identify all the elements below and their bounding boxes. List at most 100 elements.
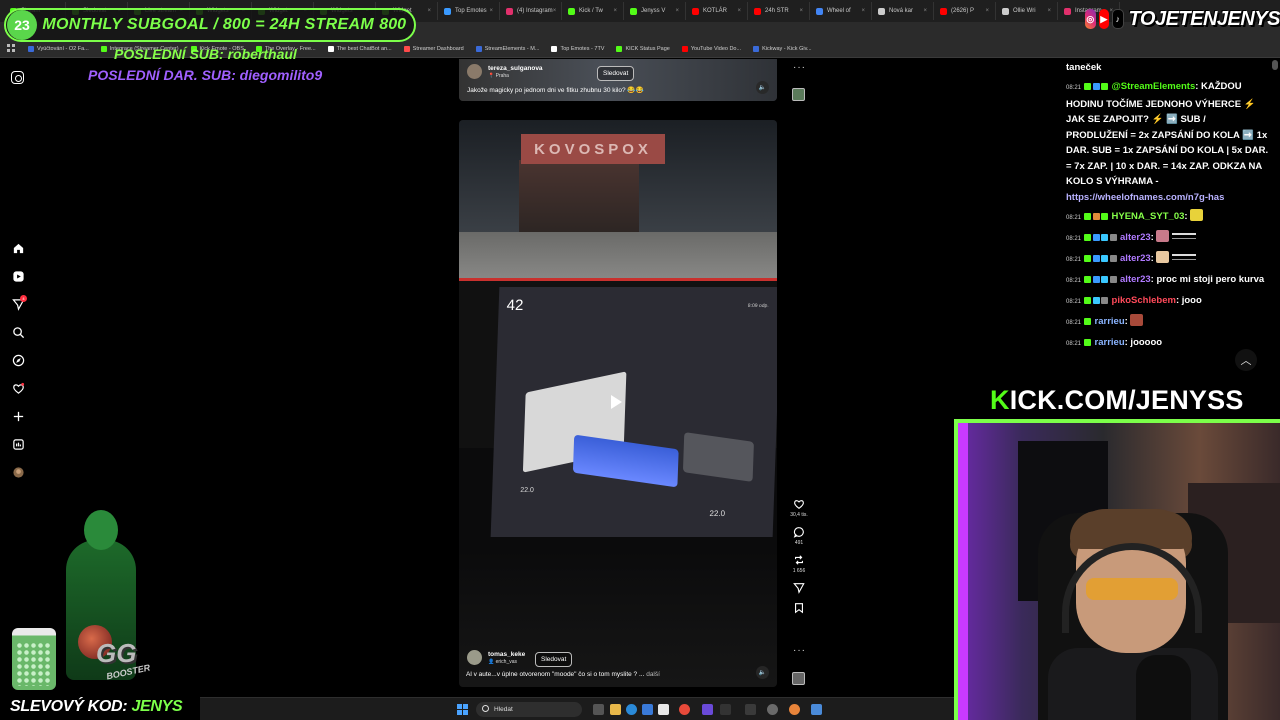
more-options-icon[interactable]: ··· [793,645,806,656]
browser-tab[interactable]: 24h STR × [748,2,810,20]
browser-tab[interactable]: Jenyss V × [624,2,686,20]
browser-tab[interactable]: Ollie Wri × [996,2,1058,20]
share-icon[interactable] [793,582,805,594]
edge-icon[interactable] [626,704,637,715]
chat-badge-icon [1109,275,1117,283]
close-icon[interactable]: × [923,8,927,14]
apps-grid-icon[interactable] [7,44,15,52]
close-icon[interactable]: × [613,8,617,14]
close-icon[interactable]: × [553,8,557,14]
tab-favicon-icon [630,7,637,15]
bookmark-item[interactable]: Streamer Dashboard [403,45,464,52]
close-icon[interactable]: × [427,8,431,14]
create-icon[interactable] [8,406,28,426]
app-icon[interactable] [767,704,778,715]
follow-button[interactable]: Sledovat [535,652,573,667]
bookmark-item[interactable]: Kickway - Kick Giv... [753,45,812,52]
browser-tab[interactable]: Wheel of × [810,2,872,20]
home-icon[interactable] [8,238,28,258]
discord-icon[interactable] [702,704,713,715]
mute-icon[interactable]: 🔈 [756,81,769,94]
browser-tab[interactable]: (2626) P × [934,2,996,20]
close-icon[interactable]: × [489,8,493,14]
obs-icon[interactable] [720,704,731,715]
chat-username[interactable]: HYENA_SYT_03 [1112,211,1185,222]
avatar[interactable] [467,650,482,665]
bookmark-item[interactable]: Top Emotes - 7TV [551,45,604,52]
instagram-logo-icon[interactable] [11,71,24,84]
bookmark-item[interactable]: The best ChatBot an... [327,45,392,52]
like-action[interactable]: 30,4 tis. [790,498,808,518]
chat-badge-icon [1101,83,1109,90]
chat-username[interactable]: alter23 [1120,253,1151,264]
browser-tab[interactable]: Top Emotes × [438,2,500,20]
heart-icon[interactable] [793,498,805,510]
dashboard-icon[interactable] [8,434,28,454]
bookmark-item[interactable]: Vyúčtování - O2 Fa... [28,45,89,52]
browser-tab[interactable]: Kick / Tw × [562,2,624,20]
close-icon[interactable]: × [799,8,803,14]
previous-reel[interactable]: tereza_sulganova 📍 Praha Sledovat Jakože… [459,59,777,101]
chat-username[interactable]: rarrieu [1095,316,1125,327]
audio-thumbnail[interactable] [792,672,805,685]
close-icon[interactable]: × [675,8,679,14]
repost-action[interactable]: 1 656 [793,554,805,574]
close-icon[interactable]: × [1047,8,1051,14]
task-view-icon[interactable] [593,704,604,715]
explore-icon[interactable] [8,350,28,370]
prev-username[interactable]: tereza_sulganova [488,65,543,72]
browser-tab[interactable]: Nová kar × [872,2,934,20]
prev-author[interactable]: tereza_sulganova 📍 Praha [467,64,543,79]
more-options-icon[interactable]: ··· [793,62,806,73]
app-icon[interactable] [658,704,669,715]
reels-icon[interactable] [8,266,28,286]
close-icon[interactable]: × [737,8,741,14]
chat-username[interactable]: alter23 [1120,274,1151,285]
comment-action[interactable]: 491 [793,526,805,546]
notifications-icon[interactable] [8,378,28,398]
close-icon[interactable]: × [861,8,865,14]
profile-icon[interactable] [8,462,28,482]
chrome-icon[interactable] [679,704,690,715]
taskbar-search[interactable]: Hledat [476,702,582,717]
search-icon[interactable] [8,322,28,342]
chat-username[interactable]: @StreamElements [1112,81,1196,92]
reel-username[interactable]: tomas_keke [488,651,525,658]
mute-icon[interactable]: 🔈 [756,666,769,679]
comment-icon[interactable] [793,526,805,538]
browser-tab[interactable]: (4) Instagram × [500,2,562,20]
notepad-icon[interactable] [811,704,822,715]
close-icon[interactable]: × [985,8,989,14]
play-icon[interactable] [611,395,622,409]
bookmark-icon[interactable] [793,602,805,614]
bookmark-item[interactable]: KICK Status Page [616,45,670,52]
avatar[interactable] [467,64,482,79]
store-icon[interactable] [642,704,653,715]
current-reel[interactable]: KOVOSPOX 42 8:09 odp. 22.0 22.0 tomas_ke… [459,120,777,687]
follow-button[interactable]: Sledovat [597,66,635,81]
bookmark-favicon-icon [403,45,410,52]
firefox-icon[interactable] [789,704,800,715]
file-explorer-icon[interactable] [610,704,621,715]
app-icon[interactable] [745,704,756,715]
tab-favicon-icon [1064,7,1071,15]
audio-thumbnail[interactable] [792,88,805,101]
messages-icon[interactable]: 4 [8,294,28,314]
bookmark-favicon-icon [100,45,107,52]
browser-tab[interactable]: KOTLÁR × [686,2,748,20]
chat-username[interactable]: alter23 [1120,232,1151,243]
chevron-up-icon[interactable]: ︿ [1235,349,1257,371]
chat-link[interactable]: https://wheelofnames.com/n7g-has [1066,192,1224,203]
scrollbar[interactable] [1272,60,1278,70]
bookmark-item[interactable]: YouTube Video Do... [681,45,741,52]
save-action[interactable] [793,602,805,614]
chat-username[interactable]: pikoSchlebem [1112,295,1176,306]
chat-username[interactable]: rarrieu [1095,337,1125,348]
chat-text: taneček [1066,62,1102,73]
windows-start-icon[interactable] [457,704,468,715]
repost-icon[interactable] [793,554,805,566]
more-link[interactable]: další [646,671,660,678]
share-action[interactable] [793,582,805,594]
reel-author[interactable]: tomas_keke 👤 erich_vas [467,650,525,665]
bookmark-item[interactable]: StreamElements - M... [475,45,539,52]
